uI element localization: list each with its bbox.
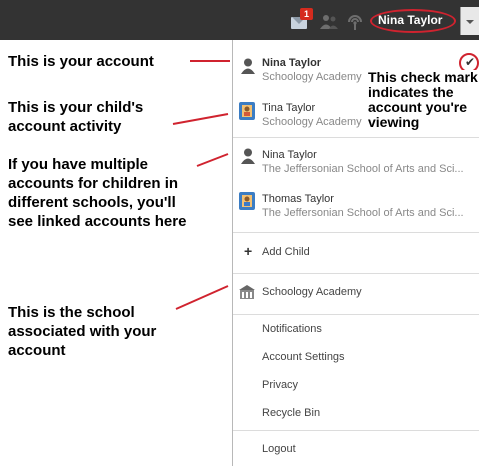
annotation-school: This is the school associated with your … (8, 304, 157, 359)
divider (233, 430, 479, 431)
account-school: Schoology Academy (262, 116, 362, 128)
account-item[interactable]: Nina Taylor The Jeffersonian School of A… (233, 144, 479, 180)
school-link[interactable]: Schoology Academy (233, 279, 479, 307)
account-item[interactable]: Thomas Taylor The Jeffersonian School of… (233, 188, 479, 224)
logout-button[interactable]: Logout (233, 436, 479, 460)
divider (233, 314, 479, 315)
people-icon[interactable] (320, 14, 338, 30)
chevron-down-icon[interactable] (460, 7, 479, 35)
signal-icon[interactable] (346, 13, 364, 31)
user-menu-name[interactable]: Nina Taylor (378, 13, 442, 27)
annotation-check-mark: This check mark indicates the account yo… (368, 69, 478, 130)
checkmark-icon: ✔ (465, 55, 476, 69)
notification-badge: 1 (300, 8, 313, 20)
person-icon (241, 148, 255, 164)
add-child-button[interactable]: + Add Child (233, 238, 479, 266)
child-profile-icon (239, 192, 255, 210)
account-name: Tina Taylor (262, 102, 316, 114)
menu-item-recycle-bin[interactable]: Recycle Bin (233, 402, 479, 426)
menu-item-label: Recycle Bin (262, 407, 321, 419)
annotation-child-activity: This is your child's account activity (8, 99, 144, 135)
top-navigation-bar: 1 Nina Taylor (0, 0, 479, 40)
menu-item-label: Account Settings (262, 351, 345, 363)
account-name: Thomas Taylor (262, 193, 334, 205)
person-icon (241, 58, 255, 74)
add-child-label: Add Child (262, 246, 310, 258)
divider (233, 232, 479, 233)
menu-item-label: Privacy (262, 379, 299, 391)
account-school: The Jeffersonian School of Arts and Sci.… (262, 163, 464, 175)
menu-item-label: Notifications (262, 323, 322, 335)
menu-item-privacy[interactable]: Privacy (233, 374, 479, 398)
account-name: Nina Taylor (262, 149, 317, 161)
account-school: Schoology Academy (262, 71, 362, 83)
account-name: Nina Taylor (262, 57, 322, 69)
divider (233, 137, 479, 138)
menu-item-notifications[interactable]: Notifications (233, 318, 479, 342)
school-building-icon (239, 285, 255, 299)
school-name: Schoology Academy (262, 286, 362, 298)
annotation-linked-accounts: If you have multiple accounts for childr… (8, 156, 187, 230)
logout-label: Logout (262, 443, 296, 455)
plus-icon: + (244, 243, 253, 259)
annotation-your-account: This is your account (8, 53, 154, 70)
account-school: The Jeffersonian School of Arts and Sci.… (262, 207, 464, 219)
divider (233, 273, 479, 274)
menu-item-account-settings[interactable]: Account Settings (233, 346, 479, 370)
child-profile-icon (239, 102, 255, 120)
